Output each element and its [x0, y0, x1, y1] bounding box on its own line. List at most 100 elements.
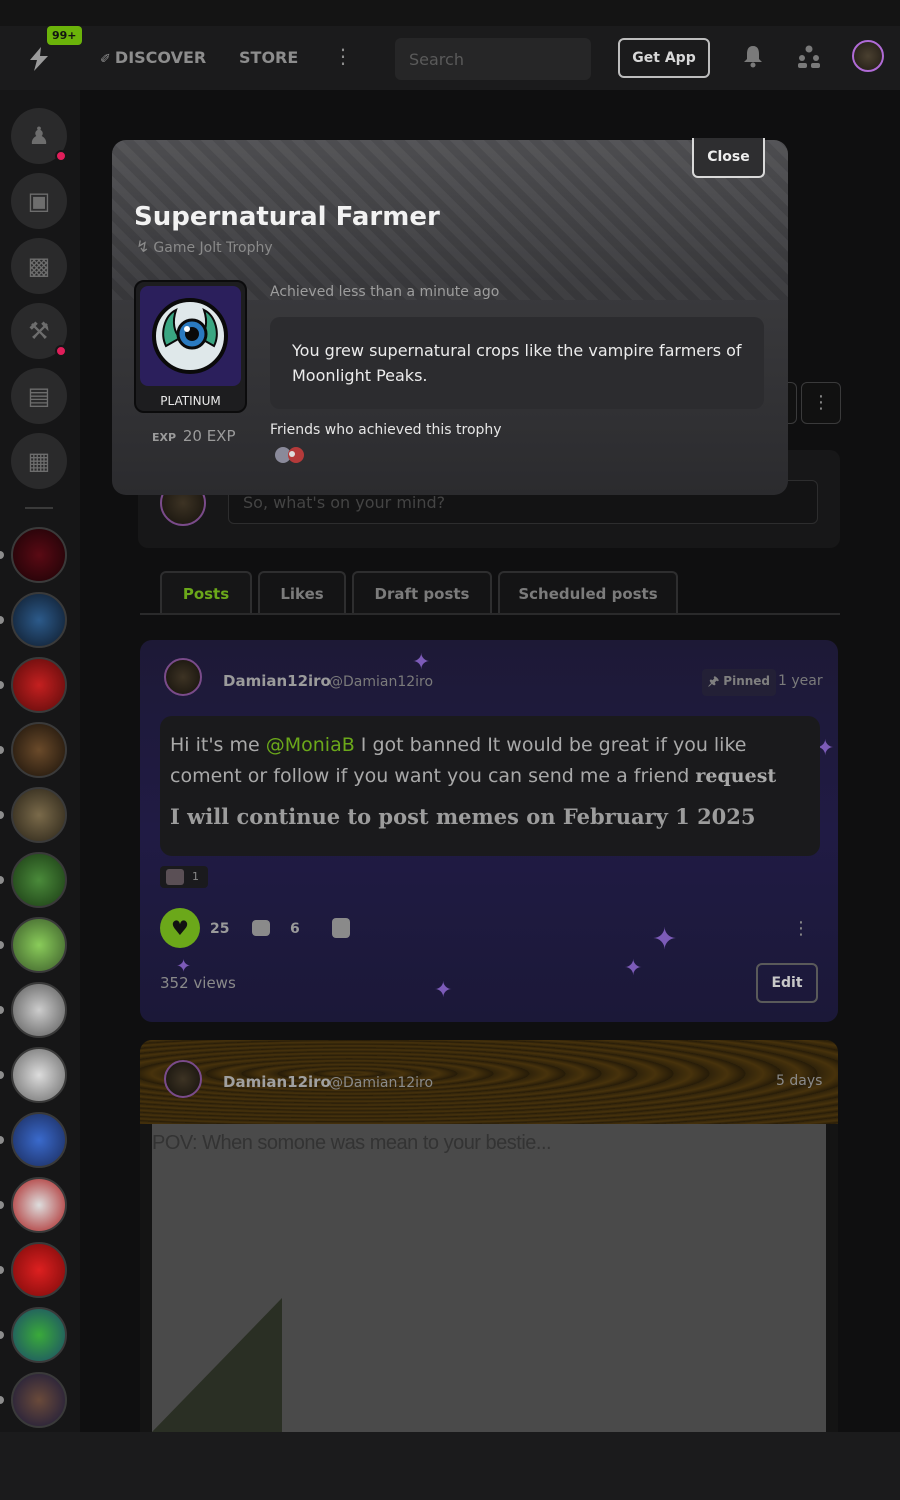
- sidebar-item-forge[interactable]: ⚒: [11, 303, 67, 359]
- post-card[interactable]: Damian12iro @Damian12iro 5 days POV: Whe…: [140, 1040, 838, 1432]
- notification-count-badge: 99+: [47, 26, 82, 45]
- tab-draft-posts[interactable]: Draft posts: [352, 571, 492, 615]
- trophy-tier: PLATINUM: [160, 394, 221, 408]
- bell-icon[interactable]: [742, 44, 764, 68]
- trophy-badge: PLATINUM: [134, 280, 247, 413]
- trophy-eye-icon: [140, 286, 241, 386]
- community-avatar[interactable]: [11, 982, 67, 1038]
- community-avatar[interactable]: [11, 787, 67, 843]
- post-author-avatar[interactable]: [164, 1060, 202, 1098]
- community-avatar[interactable]: [11, 1047, 67, 1103]
- sidebar-item-chat[interactable]: ▤: [11, 368, 67, 424]
- tab-scheduled-posts[interactable]: Scheduled posts: [498, 571, 678, 615]
- post-author-name[interactable]: Damian12iro: [223, 672, 331, 690]
- activity-dot: [0, 941, 4, 949]
- get-app-button[interactable]: Get App: [618, 38, 710, 78]
- community-avatar[interactable]: [11, 1372, 67, 1428]
- post-image-caption: POV: When somone was mean to your bestie…: [152, 1132, 552, 1154]
- trophy-modal: Close Supernatural Farmer ↯ Game Jolt Tro…: [112, 138, 788, 495]
- store-icon: ▣: [27, 187, 51, 215]
- post-text: Hi it's me @MoniaB I got banned It would…: [170, 730, 810, 792]
- community-avatar[interactable]: [11, 1177, 67, 1233]
- community-avatar[interactable]: [11, 1242, 67, 1298]
- post-author-avatar[interactable]: [164, 658, 202, 696]
- library-icon: ▦: [27, 447, 51, 475]
- community-avatar[interactable]: [11, 1112, 67, 1168]
- post-author-handle[interactable]: @Damian12iro: [329, 674, 433, 690]
- search-input[interactable]: [395, 38, 591, 80]
- activity-dot: [0, 1396, 4, 1404]
- community-avatar[interactable]: [11, 592, 67, 648]
- sparkle-icon: ✦: [412, 650, 431, 675]
- sticker-icon[interactable]: [332, 918, 350, 938]
- like-button[interactable]: ♥: [160, 908, 200, 948]
- pinned-label: Pinned: [723, 674, 771, 688]
- sidebar-item-backpack[interactable]: ▩: [11, 238, 67, 294]
- post-author-handle[interactable]: @Damian12iro: [329, 1075, 433, 1091]
- activity-dot: [0, 1201, 4, 1209]
- game-dev-icon: ♟: [28, 122, 50, 150]
- tab-likes[interactable]: Likes: [258, 571, 346, 615]
- community-avatar[interactable]: [11, 852, 67, 908]
- notification-dot: [55, 345, 67, 357]
- activity-dot: [0, 1136, 4, 1144]
- edit-button[interactable]: Edit: [756, 963, 818, 1003]
- sidebar-item-library[interactable]: ▦: [11, 433, 67, 489]
- post-more-icon[interactable]: ⋮: [792, 918, 810, 939]
- more-menu-icon[interactable]: ⋮: [333, 44, 353, 68]
- trophy-title: Supernatural Farmer: [134, 202, 440, 232]
- reaction-chip[interactable]: 1: [160, 866, 208, 888]
- sidebar-item-store[interactable]: ▣: [11, 173, 67, 229]
- tab-posts[interactable]: Posts: [160, 571, 252, 615]
- backpack-icon: ▩: [27, 252, 51, 280]
- community-avatar[interactable]: [11, 527, 67, 583]
- nav-discover-label: DISCOVER: [114, 48, 207, 67]
- activity-dot: [0, 1266, 4, 1274]
- chat-icon: ▤: [27, 382, 51, 410]
- reaction-sticker-icon: [166, 869, 184, 885]
- activity-dot: [0, 811, 4, 819]
- like-count[interactable]: 25: [210, 921, 229, 937]
- sidebar: ♟ ▣ ▩ ⚒ ▤ ▦: [0, 90, 80, 1432]
- activity-dot: [0, 1071, 4, 1079]
- community-avatar[interactable]: [11, 722, 67, 778]
- post-timestamp[interactable]: 1 year: [778, 673, 823, 689]
- activity-dot: [0, 681, 4, 689]
- sidebar-divider: [25, 507, 53, 509]
- activity-dot: [0, 551, 4, 559]
- friends-icon[interactable]: [796, 44, 822, 70]
- sidebar-item-game-dev[interactable]: ♟: [11, 108, 67, 164]
- gamejolt-logo-icon[interactable]: [20, 46, 58, 76]
- bottom-navigation-bar: [0, 1432, 900, 1500]
- community-avatar[interactable]: [11, 917, 67, 973]
- profile-more-icon[interactable]: ⋮: [801, 382, 841, 424]
- comment-count[interactable]: 6: [290, 921, 300, 937]
- friends-heading: Friends who achieved this trophy: [270, 422, 502, 438]
- post-body: Hi it's me @MoniaB I got banned It would…: [160, 716, 820, 856]
- tabs-underline: [140, 613, 840, 615]
- activity-dot: [0, 876, 4, 884]
- discover-icon: ✐: [100, 52, 111, 67]
- close-button[interactable]: Close: [692, 138, 765, 178]
- post-timestamp[interactable]: 5 days: [776, 1073, 822, 1089]
- activity-dot: [0, 616, 4, 624]
- comment-icon[interactable]: [252, 920, 270, 936]
- notification-dot: [55, 150, 67, 162]
- community-avatar[interactable]: [11, 1307, 67, 1363]
- activity-dot: [0, 1006, 4, 1014]
- mention-link[interactable]: @MoniaB: [266, 734, 355, 756]
- trophy-exp-value: 20 EXP: [182, 427, 236, 445]
- gamejolt-bolt-icon: ↯: [136, 237, 150, 256]
- user-avatar[interactable]: [852, 40, 884, 72]
- post-text-part: Hi it's me: [170, 734, 266, 756]
- nav-store[interactable]: STORE: [239, 48, 298, 67]
- friend-avatars[interactable]: [274, 446, 308, 464]
- top-navigation-bar: 99+ ✐DISCOVER STORE ⋮ Get App: [0, 26, 900, 90]
- post-card[interactable]: ✦ ✦ ✦ ✦ ✦ ✦ Damian12iro @Damian12iro 🖈 P…: [140, 640, 838, 1022]
- sparkle-icon: ✦: [624, 956, 643, 981]
- community-avatar[interactable]: [11, 657, 67, 713]
- nav-discover[interactable]: ✐ DISCOVER: [100, 48, 206, 67]
- pinned-badge: 🖈 Pinned: [702, 669, 777, 696]
- post-author-name[interactable]: Damian12iro: [223, 1073, 331, 1091]
- sparkle-icon: ✦: [434, 978, 453, 1003]
